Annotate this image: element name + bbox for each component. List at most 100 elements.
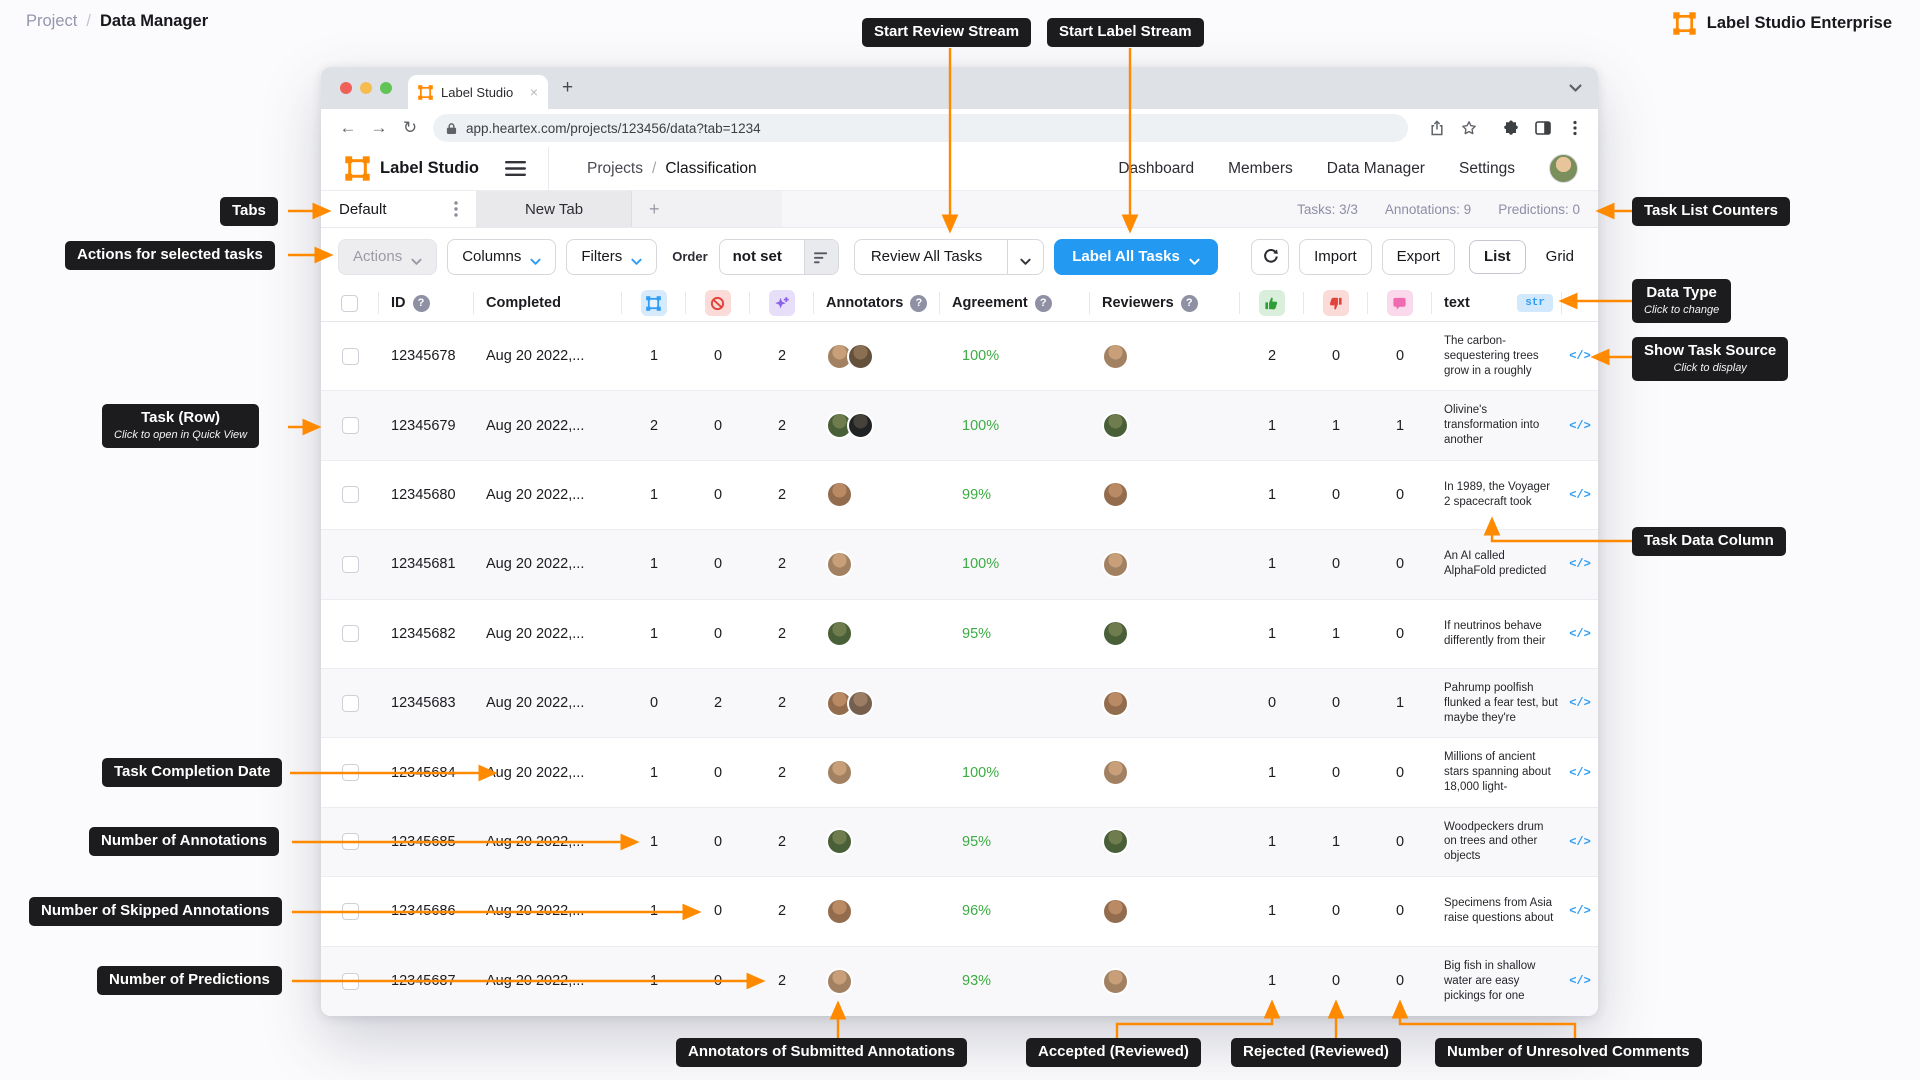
nav-dashboard[interactable]: Dashboard: [1118, 160, 1194, 178]
nav-settings[interactable]: Settings: [1459, 160, 1515, 178]
row-checkbox[interactable]: [342, 903, 359, 920]
extensions-icon[interactable]: [1503, 120, 1519, 136]
label-all-tasks-button[interactable]: Label All Tasks: [1054, 239, 1218, 275]
new-tab-icon[interactable]: +: [562, 77, 573, 99]
actions-dropdown[interactable]: Actions: [338, 239, 437, 275]
tab-options-icon[interactable]: [454, 201, 458, 217]
help-icon[interactable]: ?: [910, 295, 927, 312]
table-row[interactable]: 12345678 Aug 20 2022,... 1 0 2 100% 2 0 …: [321, 322, 1598, 391]
reviewer-avatar[interactable]: [1102, 968, 1129, 995]
export-button[interactable]: Export: [1382, 239, 1455, 275]
nav-members[interactable]: Members: [1228, 160, 1293, 178]
reviewer-avatar[interactable]: [1102, 620, 1129, 647]
row-checkbox[interactable]: [342, 348, 359, 365]
annotator-avatar[interactable]: [847, 690, 874, 717]
header-text[interactable]: text: [1444, 295, 1470, 311]
show-source-icon[interactable]: </>: [1569, 904, 1591, 918]
row-checkbox[interactable]: [342, 695, 359, 712]
reviewer-avatar[interactable]: [1102, 343, 1129, 370]
table-row[interactable]: 12345684 Aug 20 2022,... 1 0 2 100% 1 0 …: [321, 738, 1598, 807]
reviewer-avatar[interactable]: [1102, 690, 1129, 717]
show-source-icon[interactable]: </>: [1569, 974, 1591, 988]
view-toggle-list[interactable]: List: [1469, 240, 1526, 274]
unresolved-comments-icon[interactable]: [1387, 290, 1413, 316]
tab-search-chevron-icon[interactable]: [1569, 80, 1582, 98]
help-icon[interactable]: ?: [413, 295, 430, 312]
header-completed[interactable]: Completed: [486, 295, 561, 311]
side-panel-icon[interactable]: [1535, 120, 1551, 136]
row-checkbox[interactable]: [342, 764, 359, 781]
table-row[interactable]: 12345679 Aug 20 2022,... 2 0 2 100% 1 1 …: [321, 391, 1598, 460]
label-studio-logo-icon[interactable]: [345, 156, 370, 181]
table-row[interactable]: 12345687 Aug 20 2022,... 1 0 2 93% 1 0 0…: [321, 947, 1598, 1016]
table-row[interactable]: 12345683 Aug 20 2022,... 0 2 2 0 0 1 Pah…: [321, 669, 1598, 738]
import-button[interactable]: Import: [1299, 239, 1372, 275]
columns-dropdown[interactable]: Columns: [447, 239, 556, 275]
user-avatar[interactable]: [1549, 154, 1578, 183]
reviewer-avatar[interactable]: [1102, 898, 1129, 925]
show-source-icon[interactable]: </>: [1569, 835, 1591, 849]
tab-new-tab[interactable]: New Tab: [477, 191, 632, 227]
reviewer-avatar[interactable]: [1102, 551, 1129, 578]
more-menu-icon[interactable]: [1567, 120, 1583, 136]
filters-dropdown[interactable]: Filters: [566, 239, 657, 275]
skipped-annotations-icon[interactable]: [705, 290, 731, 316]
annotator-avatar[interactable]: [826, 828, 853, 855]
header-annotators[interactable]: Annotators: [826, 295, 903, 311]
reviewer-avatar[interactable]: [1102, 412, 1129, 439]
help-icon[interactable]: ?: [1181, 295, 1198, 312]
show-source-icon[interactable]: </>: [1569, 696, 1591, 710]
help-icon[interactable]: ?: [1035, 295, 1052, 312]
add-tab-button[interactable]: +: [632, 191, 782, 227]
refresh-button[interactable]: [1251, 239, 1289, 275]
data-type-badge[interactable]: str: [1517, 294, 1553, 312]
table-row[interactable]: 12345682 Aug 20 2022,... 1 0 2 95% 1 1 0…: [321, 600, 1598, 669]
annotator-avatar[interactable]: [847, 343, 874, 370]
nav-data-manager[interactable]: Data Manager: [1327, 160, 1425, 178]
reviewer-avatar[interactable]: [1102, 481, 1129, 508]
row-checkbox[interactable]: [342, 973, 359, 990]
view-toggle-grid[interactable]: Grid: [1536, 248, 1584, 265]
table-row[interactable]: 12345681 Aug 20 2022,... 1 0 2 100% 1 0 …: [321, 530, 1598, 599]
annotator-avatar[interactable]: [826, 620, 853, 647]
annotator-avatar[interactable]: [826, 898, 853, 925]
header-reviewers[interactable]: Reviewers: [1102, 295, 1174, 311]
row-checkbox[interactable]: [342, 486, 359, 503]
review-options-button[interactable]: [1007, 240, 1043, 274]
back-icon[interactable]: ←: [336, 118, 360, 138]
row-checkbox[interactable]: [342, 833, 359, 850]
reviewer-avatar[interactable]: [1102, 828, 1129, 855]
annotator-avatar[interactable]: [826, 481, 853, 508]
predictions-icon[interactable]: [769, 290, 795, 316]
show-source-icon[interactable]: </>: [1569, 488, 1591, 502]
annotator-avatar[interactable]: [826, 759, 853, 786]
table-row[interactable]: 12345680 Aug 20 2022,... 1 0 2 99% 1 0 0…: [321, 461, 1598, 530]
star-icon[interactable]: [1461, 120, 1477, 136]
breadcrumb-project[interactable]: Project: [26, 12, 77, 31]
table-row[interactable]: 12345686 Aug 20 2022,... 1 0 2 96% 1 0 0…: [321, 877, 1598, 946]
row-checkbox[interactable]: [342, 417, 359, 434]
breadcrumb-projects[interactable]: Projects: [587, 160, 643, 178]
address-bar[interactable]: app.heartex.com/projects/123456/data?tab…: [433, 114, 1408, 142]
row-checkbox[interactable]: [342, 556, 359, 573]
review-all-tasks-button[interactable]: Review All Tasks: [854, 239, 1044, 275]
order-button[interactable]: not set: [719, 239, 839, 275]
show-source-icon[interactable]: </>: [1569, 349, 1591, 363]
zoom-window-icon[interactable]: [380, 82, 392, 94]
header-agreement[interactable]: Agreement: [952, 295, 1028, 311]
annotator-avatar[interactable]: [826, 968, 853, 995]
reviewer-avatar[interactable]: [1102, 759, 1129, 786]
forward-icon[interactable]: →: [367, 118, 391, 138]
show-source-icon[interactable]: </>: [1569, 766, 1591, 780]
annotator-avatar[interactable]: [847, 412, 874, 439]
browser-tab[interactable]: Label Studio ×: [408, 75, 548, 109]
minimize-window-icon[interactable]: [360, 82, 372, 94]
hamburger-menu-icon[interactable]: [505, 161, 526, 176]
annotation-count-icon[interactable]: [641, 290, 667, 316]
annotator-avatar[interactable]: [826, 551, 853, 578]
row-checkbox[interactable]: [342, 625, 359, 642]
show-source-icon[interactable]: </>: [1569, 627, 1591, 641]
sort-direction-button[interactable]: [804, 240, 838, 274]
select-all-checkbox[interactable]: [341, 295, 358, 312]
table-row[interactable]: 12345685 Aug 20 2022,... 1 0 2 95% 1 1 0…: [321, 808, 1598, 877]
